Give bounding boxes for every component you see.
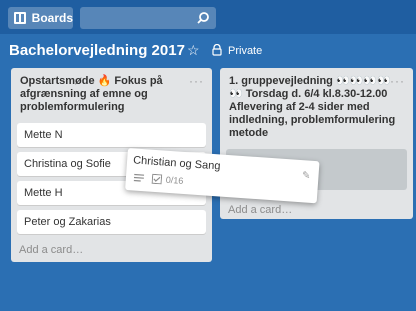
add-card-link[interactable]: Add a card… — [19, 244, 83, 256]
board-header: Bachelorvejledning 2017 ☆ Private — [0, 34, 416, 68]
search-icon[interactable] — [196, 11, 210, 25]
checklist-icon — [151, 173, 163, 185]
checklist-count: 0/16 — [165, 174, 184, 186]
search-input[interactable] — [80, 7, 216, 29]
boards-button[interactable]: Boards — [8, 7, 73, 29]
list-menu-icon[interactable]: ··· — [390, 74, 405, 88]
top-bar: Boards — [0, 0, 416, 34]
list-menu-icon[interactable]: ··· — [189, 74, 204, 88]
edit-pencil-icon[interactable]: ✎ — [302, 170, 311, 182]
list-title[interactable]: 1. gruppevejledning 👀👀👀👀👀 Torsdag d. 6/4… — [229, 75, 399, 140]
list-title[interactable]: Opstartsmøde 🔥 Fokus på afgrænsning af e… — [20, 75, 190, 114]
add-card-link[interactable]: Add a card… — [228, 204, 292, 216]
star-icon[interactable]: ☆ — [187, 42, 200, 59]
card-peter-og-zakarias[interactable]: Peter og Zakarias — [17, 210, 206, 234]
card-title: Christian og Sang — [132, 154, 221, 173]
boards-label: Boards — [31, 11, 73, 25]
visibility-label[interactable]: Private — [228, 45, 262, 57]
lock-icon[interactable] — [212, 44, 222, 56]
board-title[interactable]: Bachelorvejledning 2017 — [9, 42, 185, 59]
description-icon — [133, 173, 145, 182]
boards-icon — [14, 12, 26, 24]
card-mette-n[interactable]: Mette N — [17, 123, 206, 147]
